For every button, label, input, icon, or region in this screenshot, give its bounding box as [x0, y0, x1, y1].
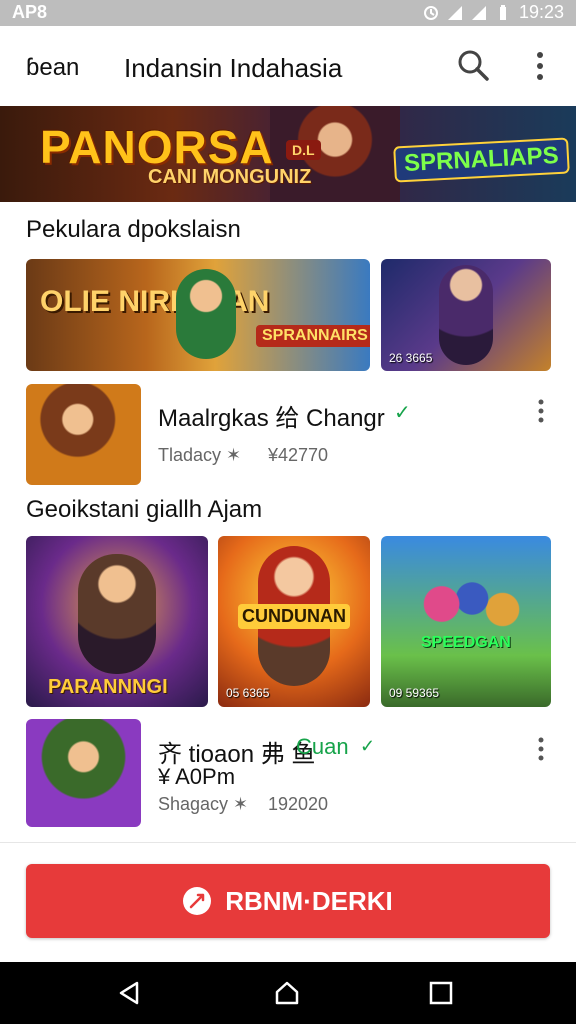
tile-label: PARANNNGI [48, 676, 168, 698]
button-label: RBNM·DERKI [225, 885, 393, 916]
game-tile[interactable]: SPEEDGAN 09 59365 [381, 536, 551, 707]
item-more-icon[interactable] [536, 736, 546, 762]
tile-logo-art: CUNDUNAN [238, 604, 350, 629]
more-options-icon[interactable] [530, 50, 550, 82]
recents-nav-icon[interactable] [428, 980, 454, 1006]
list-item-meta: Shagacy ✶ [158, 794, 249, 814]
signal-icon [447, 5, 462, 20]
primary-action-button[interactable]: RBNM·DERKI [26, 864, 550, 938]
tile-characters-art [405, 560, 527, 670]
game-thumbnail [26, 384, 141, 485]
list-item[interactable]: 齐 tioaon 弗 鱼 Cuan ✓ ¥ A0Pm Shagacy ✶ 192… [0, 716, 576, 832]
section-title: Pekulara dpokslaisn [26, 216, 241, 243]
tile-character-art [176, 269, 236, 359]
divider [0, 842, 576, 843]
list-item-price: ¥ A0Pm [158, 764, 236, 789]
game-tile[interactable]: PARANNNGI [26, 536, 208, 707]
status-icons: 19:23 [423, 2, 564, 23]
banner-small-badge: D.L [286, 140, 321, 160]
wifi-icon [471, 5, 486, 20]
alarm-icon [423, 5, 438, 20]
battery-icon [499, 4, 506, 20]
section-title: Geoikstani giallh Ajam [26, 496, 263, 523]
tile-label: 26 3665 [389, 351, 433, 365]
game-tile[interactable]: OLIE NIRLBTAN SPRANNAIRS [26, 259, 370, 371]
tile-label: 05 6365 [226, 686, 270, 700]
list-item-value: 192020 [268, 794, 329, 814]
page-title: Indansin Indahasia [124, 53, 343, 83]
tile-label: 09 59365 [389, 686, 440, 700]
banner-subtitle: CANI MONGUNIZ [148, 166, 312, 188]
banner-right-badge: SPRNALIAPS [393, 137, 570, 183]
search-icon[interactable] [456, 48, 490, 82]
phone-icon [183, 887, 212, 915]
list-item[interactable]: Maalrgkas 给 Changr ✓ Tladacy ✶ ¥42770 [0, 378, 576, 488]
item-more-icon[interactable] [536, 398, 546, 424]
carrier-label: AP8 [12, 2, 48, 22]
list-item-tag: Cuan [296, 734, 349, 759]
tile-badge-art: SPRANNAIRS [256, 325, 370, 347]
verified-icon: ✓ [360, 736, 376, 756]
back-button[interactable]: ɓean [26, 54, 79, 82]
home-nav-icon[interactable] [273, 979, 301, 1007]
list-item-title: Maalrgkas 给 Changr [158, 405, 385, 432]
game-tile[interactable]: 26 3665 [381, 259, 551, 371]
game-thumbnail [26, 719, 141, 827]
status-bar: AP8 19:23 [0, 0, 576, 26]
list-item-meta: Tladacy ✶ [158, 445, 242, 465]
back-nav-icon[interactable] [116, 980, 142, 1006]
clock: 19:23 [518, 2, 564, 22]
promo-banner[interactable]: PANORSA CANI MONGUNIZ D.L SPRNALIAPS [0, 106, 576, 202]
system-nav-bar [0, 962, 576, 1024]
tile-character-art [439, 265, 493, 365]
tile-logo-art: SPEEDGAN [421, 634, 511, 651]
tile-character-art [78, 554, 156, 674]
list-item-price: ¥42770 [268, 445, 329, 465]
app-bar: ɓean Indansin Indahasia [0, 26, 576, 107]
verified-icon: ✓ [394, 402, 411, 424]
game-tile[interactable]: CUNDUNAN 05 6365 [218, 536, 370, 707]
